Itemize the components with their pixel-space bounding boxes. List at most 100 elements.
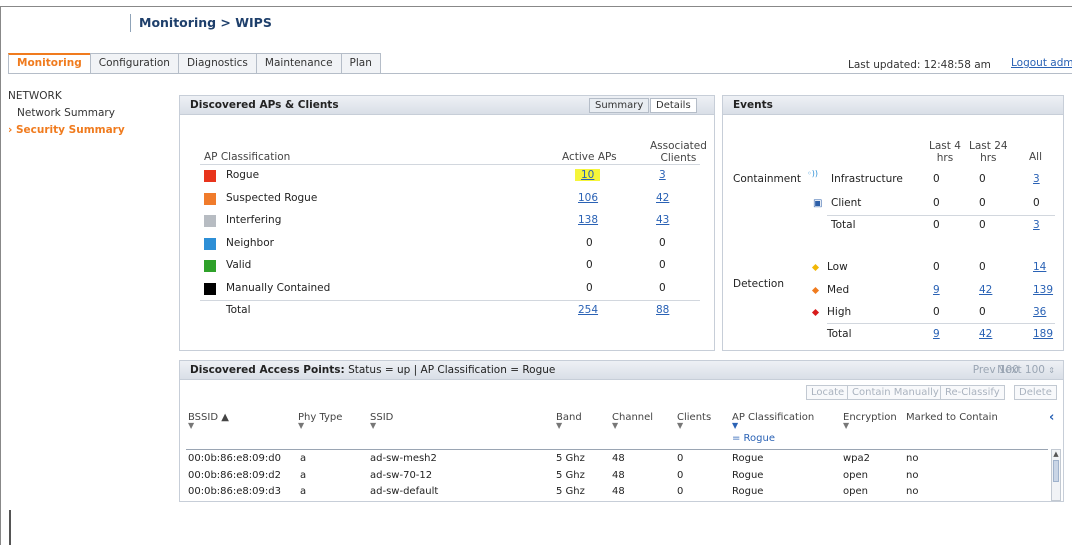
event-count[interactable]: 139 (1033, 284, 1053, 296)
cell-encryption: open (843, 469, 868, 481)
classification-swatch (204, 237, 216, 250)
column-label: Phy Type (298, 412, 343, 423)
contain-manually-button[interactable]: Contain Manually (847, 385, 944, 400)
associated-clients-value[interactable]: 42 (656, 192, 669, 204)
cell-band: 5 Ghz (556, 486, 585, 497)
col-ap-classification[interactable]: AP Classification ▼ (732, 412, 814, 430)
tab-configuration[interactable]: Configuration (89, 53, 179, 73)
tab-maintenance[interactable]: Maintenance (255, 53, 342, 73)
event-count[interactable]: 3 (1033, 173, 1040, 185)
event-count[interactable]: 42 (979, 284, 992, 296)
total-label: Total (226, 304, 251, 316)
sidebar-item-security-summary[interactable]: › Security Summary (8, 124, 168, 136)
sort-icon[interactable]: ▼ (677, 422, 711, 430)
cell-channel: 48 (612, 453, 625, 464)
col-associated-clients: Associated Clients (650, 140, 707, 164)
event-count[interactable]: 9 (933, 328, 940, 340)
tab-monitoring[interactable]: Monitoring (8, 53, 91, 73)
classification-filter[interactable]: = Rogue (732, 433, 775, 444)
col-encryption[interactable]: Encryption ▼ (843, 412, 897, 430)
panel-title: Discovered Access Points: (190, 364, 345, 376)
delete-button[interactable]: Delete (1014, 385, 1057, 400)
active-aps-value[interactable]: 138 (578, 214, 598, 226)
next-page-link[interactable]: Next 100 ⇕ (997, 361, 1055, 380)
sidebar-heading: NETWORK (8, 90, 62, 102)
event-count: 0 (933, 197, 940, 209)
chevron-left-icon[interactable]: ‹ (1049, 410, 1054, 425)
chevron-right-icon: › (8, 124, 16, 136)
locate-button[interactable]: Locate (806, 385, 850, 400)
col-active-aps: Active APs (562, 151, 617, 163)
sort-icon[interactable]: ▼ (556, 422, 582, 430)
sort-icon[interactable]: ▼ (732, 422, 814, 430)
cell-band: 5 Ghz (556, 453, 585, 464)
sort-icon[interactable]: ▼ (612, 422, 653, 430)
classification-label: Manually Contained (226, 281, 331, 294)
table-row[interactable]: 00:0b:86:e8:09:d0 a ad-sw-mesh2 5 Ghz 48 0 Rog… (188, 453, 1053, 467)
scroll-thumb[interactable] (1053, 460, 1059, 482)
event-count: 0 (933, 173, 940, 185)
event-count: 0 (979, 219, 986, 231)
panel-filter-text: Status = up | AP Classification = Rogue (344, 364, 556, 376)
classification-swatch (204, 192, 216, 205)
cell-channel: 48 (612, 486, 625, 497)
tab-plan[interactable]: Plan (340, 53, 381, 73)
sort-icon[interactable]: ▼ (298, 422, 342, 430)
event-count: 0 (1033, 197, 1040, 209)
table-row[interactable]: 00:0b:86:e8:09:d3 a ad-sw-default 5 Ghz 48 0 R… (188, 486, 1053, 500)
event-count[interactable]: 36 (1033, 306, 1046, 318)
col-ssid[interactable]: SSID ▼ (370, 412, 393, 430)
summary-toggle[interactable]: Summary (589, 98, 650, 113)
active-aps-value[interactable]: 106 (578, 192, 598, 204)
cell-encryption: wpa2 (843, 453, 871, 464)
col-phy-type[interactable]: Phy Type ▼ (298, 412, 343, 430)
wireless-signal-icon: ◦)) (807, 169, 818, 178)
sort-icon[interactable]: ▼ (843, 422, 897, 430)
cell-ap-classification: Rogue (732, 469, 764, 481)
event-count: 0 (933, 261, 940, 273)
event-count[interactable]: 9 (933, 284, 940, 296)
col-band[interactable]: Band ▼ (556, 412, 582, 430)
tab-diagnostics[interactable]: Diagnostics (177, 53, 257, 73)
table-scrollbar[interactable]: ▲ (1051, 449, 1061, 501)
sort-icon[interactable]: ▼ (370, 422, 393, 430)
severity-diamond-icon (811, 263, 820, 272)
total-associated-clients[interactable]: 88 (656, 304, 669, 316)
divider (827, 323, 1055, 324)
logout-link[interactable]: Logout adm (1011, 57, 1072, 69)
cell-clients: 0 (677, 486, 684, 497)
event-count: 0 (979, 261, 986, 273)
associated-clients-value[interactable]: 3 (659, 169, 666, 181)
event-count[interactable]: 42 (979, 328, 992, 340)
column-label: Marked to Contain (906, 412, 998, 423)
col-clients[interactable]: Clients ▼ (677, 412, 711, 430)
sidebar: NETWORK Network Summary › Security Summa… (8, 90, 168, 136)
active-aps-value[interactable]: 10 (575, 169, 601, 181)
col-last-24-hrs: Last 24 hrs (969, 140, 1008, 164)
event-count[interactable]: 189 (1033, 328, 1053, 340)
total-divider (200, 300, 700, 301)
event-label: Client (831, 197, 862, 209)
total-active-aps[interactable]: 254 (578, 304, 598, 316)
associated-clients-value[interactable]: 43 (656, 214, 669, 226)
col-bssid[interactable]: BSSID ▲ ▼ (188, 412, 229, 430)
event-count[interactable]: 3 (1033, 219, 1040, 231)
table-row[interactable]: 00:0b:86:e8:09:d2 a ad-sw-70-12 5 Ghz 48 0 Rog… (188, 470, 1053, 484)
reclassify-button[interactable]: Re-Classify (940, 385, 1005, 400)
tab-divider (8, 73, 1072, 74)
col-marked-to-contain[interactable]: Marked to Contain (906, 412, 998, 423)
discovered-aps-panel: Discovered APs & Clients Summary Details… (179, 95, 715, 351)
classification-label: Suspected Rogue (226, 191, 318, 204)
cell-ap-classification: Rogue (732, 486, 764, 497)
col-channel[interactable]: Channel ▼ (612, 412, 653, 430)
event-count[interactable]: 14 (1033, 261, 1046, 273)
scroll-up-icon[interactable]: ▲ (1052, 450, 1060, 458)
sidebar-item-network-summary[interactable]: Network Summary (8, 107, 168, 119)
associated-clients-value: 0 (659, 236, 666, 249)
classification-label: Rogue (226, 169, 260, 181)
details-toggle[interactable]: Details (650, 98, 697, 113)
active-aps-value: 0 (586, 281, 593, 294)
event-count: 0 (979, 173, 986, 185)
cell-ap-classification: Rogue (732, 453, 764, 464)
sort-icon[interactable]: ▼ (188, 422, 229, 430)
